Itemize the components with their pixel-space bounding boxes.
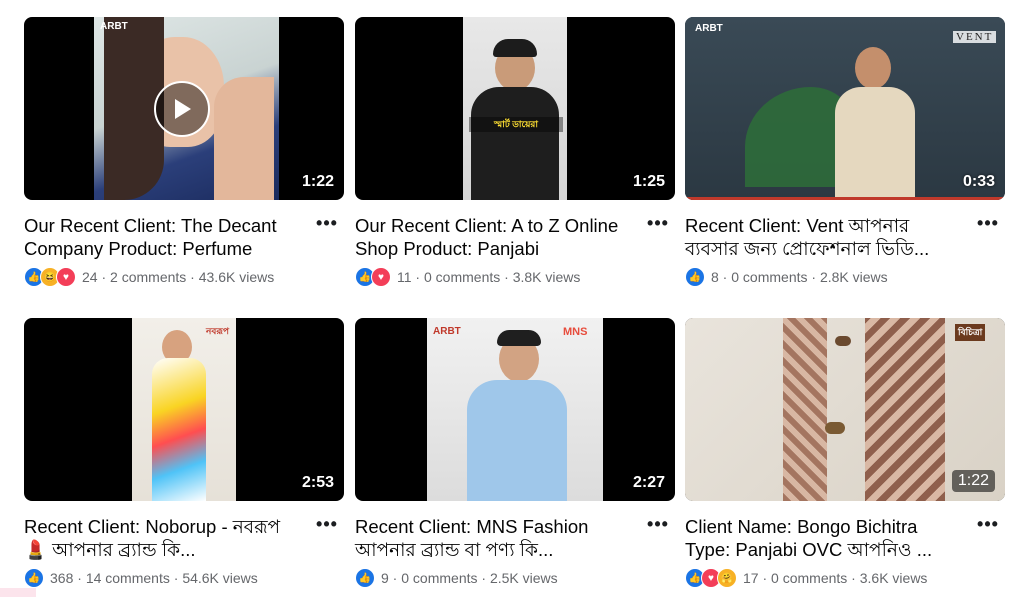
video-card[interactable]: ARBT 1:22 Our Recent Client: The Decant … xyxy=(24,17,344,287)
more-options-icon[interactable]: ••• xyxy=(975,213,1001,233)
thumbnail-image: নবরূপ xyxy=(132,318,236,501)
reactions[interactable]: 👍 ♥ 🤗 xyxy=(685,568,737,588)
video-card[interactable]: স্মার্ট ডায়েরা 1:25 Our Recent Client: … xyxy=(355,17,675,287)
more-options-icon[interactable]: ••• xyxy=(645,213,671,233)
reactions[interactable]: 👍 xyxy=(355,568,375,588)
video-thumbnail[interactable]: বিচিত্রা 1:22 xyxy=(685,318,1005,501)
overlay-caption: স্মার্ট ডায়েরা xyxy=(469,117,563,132)
page-edge-strip xyxy=(0,588,36,597)
care-icon: 🤗 xyxy=(717,568,737,588)
reactions[interactable]: 👍 xyxy=(24,568,44,588)
video-title[interactable]: Client Name: Bongo Bichitra Type: Panjab… xyxy=(685,515,965,561)
brand-logo: নবরূপ xyxy=(206,326,230,336)
video-duration: 1:25 xyxy=(632,173,665,190)
brand-logo: MNS xyxy=(563,326,588,338)
video-meta: 👍 ♥ 🤗 17 · 0 comments · 3.6K views xyxy=(685,568,927,588)
more-options-icon[interactable]: ••• xyxy=(314,514,340,534)
like-icon: 👍 xyxy=(685,267,705,287)
reactions[interactable]: 👍 😆 ♥ xyxy=(24,267,76,287)
reaction-count: 11 xyxy=(397,269,412,285)
thumbnail-image: ARBT MNS xyxy=(427,318,603,501)
comment-count[interactable]: 2 comments xyxy=(110,269,186,285)
comment-count[interactable]: 0 comments xyxy=(771,570,847,586)
video-thumbnail[interactable]: স্মার্ট ডায়েরা 1:25 xyxy=(355,17,675,200)
video-card[interactable]: নবরূপ 2:53 Recent Client: Noborup - নবরূ… xyxy=(24,318,344,588)
video-title[interactable]: Recent Client: MNS Fashion আপনার ব্র্যান… xyxy=(355,515,635,561)
video-card[interactable]: ARBT MNS 2:27 Recent Client: MNS Fashion… xyxy=(355,318,675,588)
video-meta: 👍 8 · 0 comments · 2.8K views xyxy=(685,267,888,287)
video-duration: 2:27 xyxy=(632,474,665,491)
arbt-logo: ARBT xyxy=(100,21,128,32)
view-count: 2.8K views xyxy=(819,269,888,285)
video-meta: 👍 368 · 14 comments · 54.6K views xyxy=(24,568,258,588)
view-count: 3.8K views xyxy=(512,269,581,285)
like-icon: 👍 xyxy=(355,568,375,588)
video-duration: 0:33 xyxy=(962,173,995,190)
reaction-count: 24 xyxy=(82,269,98,285)
comment-count[interactable]: 0 comments xyxy=(401,570,477,586)
more-options-icon[interactable]: ••• xyxy=(975,514,1001,534)
brand-logo: VENT xyxy=(953,31,997,43)
video-thumbnail[interactable]: ARBT 1:22 xyxy=(24,17,344,200)
view-count: 54.6K views xyxy=(182,570,258,586)
video-title[interactable]: Our Recent Client: A to Z Online Shop Pr… xyxy=(355,214,635,260)
more-options-icon[interactable]: ••• xyxy=(645,514,671,534)
reaction-count: 17 xyxy=(743,570,759,586)
reaction-count: 368 xyxy=(50,570,74,586)
view-count: 3.6K views xyxy=(859,570,928,586)
arbt-logo: ARBT xyxy=(695,23,723,34)
arbt-logo: ARBT xyxy=(433,326,461,337)
video-meta: 👍 ♥ 11 · 0 comments · 3.8K views xyxy=(355,267,580,287)
reactions[interactable]: 👍 xyxy=(685,267,705,287)
like-icon: 👍 xyxy=(24,568,44,588)
comment-count[interactable]: 0 comments xyxy=(424,269,500,285)
reactions[interactable]: 👍 ♥ xyxy=(355,267,391,287)
view-count: 43.6K views xyxy=(198,269,275,285)
video-title[interactable]: Recent Client: Noborup - নবরূপ 💄 আপনার ব… xyxy=(24,515,304,561)
video-thumbnail[interactable]: নবরূপ 2:53 xyxy=(24,318,344,501)
view-count: 2.5K views xyxy=(489,570,558,586)
comment-count[interactable]: 0 comments xyxy=(731,269,807,285)
reaction-count: 9 xyxy=(381,570,389,586)
more-options-icon[interactable]: ••• xyxy=(314,213,340,233)
video-duration: 1:22 xyxy=(301,173,334,190)
video-title[interactable]: Our Recent Client: The Decant Company Pr… xyxy=(24,214,304,260)
thumbnail-image: ARBT VENT xyxy=(685,17,1005,200)
comment-count[interactable]: 14 comments xyxy=(86,570,170,586)
reaction-count: 8 xyxy=(711,269,719,285)
video-meta: 👍 😆 ♥ 24 · 2 comments · 43.6K views xyxy=(24,267,274,287)
brand-logo: বিচিত্রা xyxy=(955,324,986,341)
video-duration: 1:22 xyxy=(951,470,995,492)
video-card[interactable]: ARBT VENT 0:33 Recent Client: Vent আপনার… xyxy=(685,17,1005,287)
video-thumbnail[interactable]: ARBT MNS 2:27 xyxy=(355,318,675,501)
video-thumbnail[interactable]: ARBT VENT 0:33 xyxy=(685,17,1005,200)
video-duration: 2:53 xyxy=(301,474,334,491)
play-icon[interactable] xyxy=(154,81,210,137)
love-icon: ♥ xyxy=(371,267,391,287)
love-icon: ♥ xyxy=(56,267,76,287)
video-title[interactable]: Recent Client: Vent আপনার ব্যবসার জন্য প… xyxy=(685,214,965,260)
thumbnail-image: স্মার্ট ডায়েরা xyxy=(463,17,567,200)
video-card[interactable]: বিচিত্রা 1:22 Client Name: Bongo Bichitr… xyxy=(685,318,1005,588)
video-meta: 👍 9 · 0 comments · 2.5K views xyxy=(355,568,558,588)
